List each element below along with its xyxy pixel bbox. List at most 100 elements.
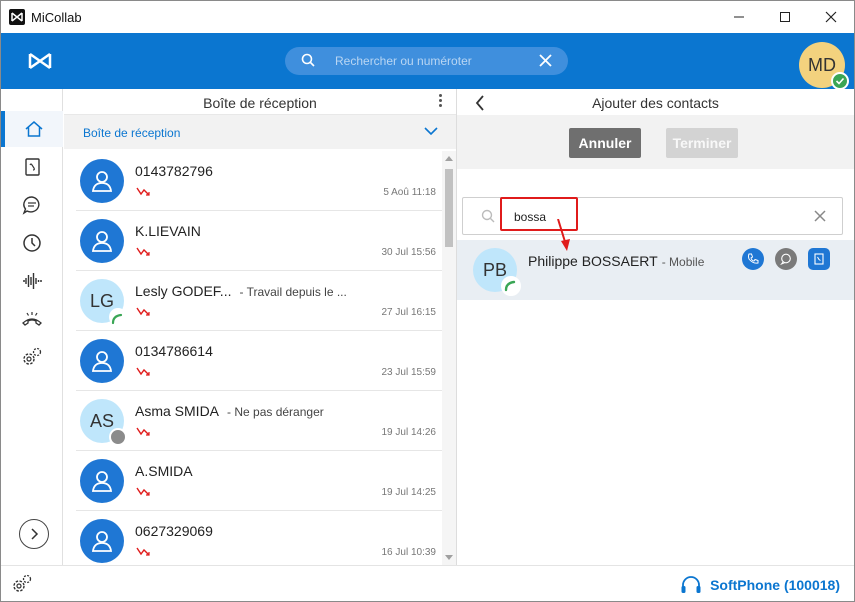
- inbox-list-item[interactable]: A.SMIDA 19 Jul 14:25: [76, 451, 442, 511]
- filter-label: Boîte de réception: [83, 126, 181, 140]
- item-name: Asma SMIDA: [135, 403, 220, 419]
- nav-home[interactable]: [1, 111, 63, 147]
- nav-chat[interactable]: [1, 187, 63, 223]
- item-timestamp: 23 Jul 15:59: [381, 367, 437, 378]
- scroll-up-icon[interactable]: [445, 155, 453, 161]
- nav-history[interactable]: [1, 225, 63, 261]
- chat-bubble-icon: [780, 253, 791, 265]
- inbox-list-item[interactable]: 0627329069 16 Jul 10:39: [76, 511, 442, 565]
- nav-call-status[interactable]: [1, 301, 63, 337]
- scroll-down-icon[interactable]: [445, 555, 453, 561]
- item-timestamp: 16 Jul 10:39: [381, 547, 437, 558]
- item-timestamp: 19 Jul 14:26: [381, 427, 437, 438]
- expand-nav-button[interactable]: [19, 519, 49, 549]
- hangup-phone-icon: [22, 312, 42, 326]
- inbox-list-item[interactable]: AS Asma SMIDA - Ne pas déranger 19 Jul 14:2…: [76, 391, 442, 451]
- item-name: 0143782796: [135, 163, 213, 179]
- clock-icon: [23, 234, 41, 252]
- clear-search-icon[interactable]: [539, 54, 552, 67]
- chat-icon: [22, 196, 40, 215]
- nav-contacts[interactable]: [1, 149, 63, 185]
- headset-icon: [681, 576, 701, 593]
- person-avatar-icon: [80, 519, 124, 563]
- top-bar: Rechercher ou numéroter MD: [1, 33, 854, 90]
- action-bar: Annuler Terminer: [457, 115, 854, 169]
- item-name: 0627329069: [135, 523, 213, 539]
- contact-avatar: PB: [473, 248, 521, 296]
- search-bar[interactable]: Rechercher ou numéroter: [285, 47, 568, 75]
- call-contact-button[interactable]: [742, 248, 764, 270]
- missed-call-icon: [136, 307, 150, 316]
- item-name: A.SMIDA: [135, 463, 193, 479]
- inbox-list-item[interactable]: 0143782796 5 Aoû 11:18: [76, 151, 442, 211]
- person-avatar-icon: [80, 219, 124, 263]
- phone-icon: [748, 253, 759, 264]
- missed-call-icon: [136, 487, 150, 496]
- gears-icon: [23, 347, 42, 365]
- add-contacts-panel: Ajouter des contacts Annuler Terminer bo…: [457, 89, 854, 565]
- item-status-text: - Travail depuis le ...: [239, 285, 347, 299]
- softphone-label: SoftPhone (100018): [710, 577, 840, 593]
- clear-search-icon[interactable]: [814, 210, 826, 222]
- inbox-list-item[interactable]: 0134786614 23 Jul 15:59: [76, 331, 442, 391]
- inbox-filter-dropdown[interactable]: Boîte de réception: [64, 115, 456, 149]
- left-nav: [1, 89, 63, 565]
- avatar-initials: LG: [89, 290, 114, 311]
- inbox-list-item[interactable]: K.LIEVAIN 30 Jul 15:56: [76, 211, 442, 271]
- item-status-text: - Ne pas déranger: [227, 405, 324, 419]
- offline-status-icon: [109, 428, 127, 446]
- more-options-icon[interactable]: [439, 94, 442, 107]
- missed-call-icon: [136, 427, 150, 436]
- contact-avatar: AS: [80, 399, 127, 446]
- user-initials: MD: [808, 54, 836, 75]
- window-title: MiCollab: [31, 9, 82, 25]
- item-timestamp: 30 Jul 15:56: [381, 247, 437, 258]
- inbox-list-item[interactable]: LG Lesly GODEF... - Travail depuis le ... 2…: [76, 271, 442, 331]
- contact-result-row[interactable]: PB Philippe BOSSAERT - Mobile: [457, 240, 854, 300]
- inbox-panel: Boîte de réception Boîte de réception 01…: [64, 89, 457, 565]
- settings-gears-icon[interactable]: [11, 573, 33, 595]
- softphone-status[interactable]: SoftPhone (100018): [680, 575, 840, 595]
- missed-call-icon: [136, 367, 150, 376]
- maximize-button[interactable]: [762, 1, 808, 33]
- person-avatar-icon: [80, 339, 124, 383]
- maximize-icon: [780, 12, 790, 22]
- chevron-down-icon: [424, 127, 438, 136]
- contact-avatar: LG: [80, 279, 127, 326]
- home-icon: [25, 121, 43, 137]
- item-name: Lesly GODEF...: [135, 283, 232, 299]
- item-name: K.LIEVAIN: [135, 223, 201, 239]
- inbox-list: 0143782796 5 Aoû 11:18 K.LIEVAIN 30 Jul 15:…: [64, 151, 442, 565]
- item-timestamp: 5 Aoû 11:18: [383, 187, 436, 198]
- missed-call-icon: [136, 547, 150, 556]
- item-name: 0134786614: [135, 343, 213, 359]
- missed-call-icon: [136, 247, 150, 256]
- inbox-title: Boîte de réception: [203, 95, 317, 111]
- app-logo-icon: [9, 9, 25, 25]
- on-call-status-icon: [109, 308, 127, 326]
- user-avatar[interactable]: MD: [799, 42, 849, 90]
- available-status-icon: [831, 72, 849, 90]
- done-button[interactable]: Terminer: [666, 128, 738, 158]
- bottom-bar: SoftPhone (100018): [1, 565, 854, 601]
- minimize-button[interactable]: [716, 1, 762, 33]
- nav-voicemail[interactable]: [1, 263, 63, 299]
- title-bar: MiCollab: [1, 1, 854, 33]
- add-contacts-title: Ajouter des contacts: [592, 95, 719, 111]
- chat-contact-button[interactable]: [775, 248, 797, 270]
- audio-wave-icon: [23, 273, 42, 289]
- micollab-logo-icon[interactable]: [27, 51, 53, 76]
- annotation-arrow-icon: [557, 219, 570, 251]
- person-avatar-icon: [80, 159, 124, 203]
- contact-type: - Mobile: [661, 255, 705, 269]
- scrollbar-thumb[interactable]: [445, 169, 453, 247]
- contact-card-button[interactable]: [808, 248, 830, 270]
- inbox-scrollbar[interactable]: [442, 151, 456, 565]
- contacts-book-icon: [25, 158, 40, 176]
- micollab-window: MiCollab Rechercher ou numéroter MD Boît…: [0, 0, 855, 602]
- contact-card-icon: [814, 253, 824, 265]
- close-button[interactable]: [808, 1, 854, 33]
- nav-settings[interactable]: [1, 339, 63, 375]
- search-icon: [301, 53, 315, 67]
- cancel-button[interactable]: Annuler: [569, 128, 641, 158]
